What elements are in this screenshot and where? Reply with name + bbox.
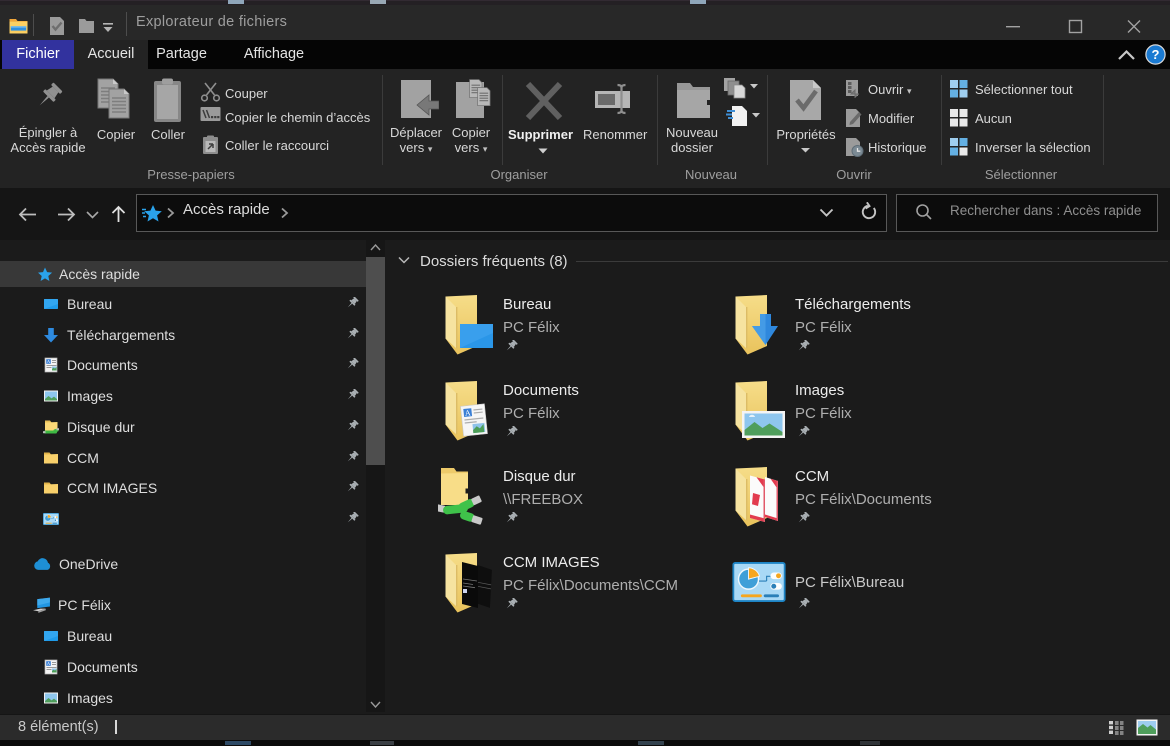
svg-text:A: A	[464, 408, 471, 418]
svg-text:?: ?	[1152, 47, 1160, 62]
